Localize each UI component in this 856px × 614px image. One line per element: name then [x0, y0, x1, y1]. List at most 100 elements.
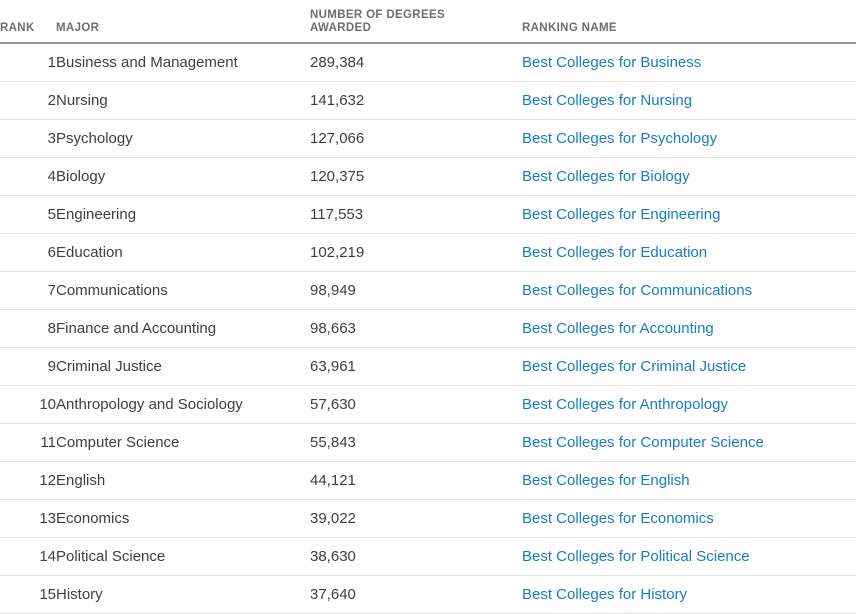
cell-rank: 6 [0, 234, 56, 272]
table-row: 15History37,640Best Colleges for History [0, 576, 856, 614]
ranking-name-link[interactable]: Best Colleges for Anthropology [522, 396, 728, 413]
ranking-name-link[interactable]: Best Colleges for Business [522, 54, 701, 71]
cell-degrees-awarded: 98,949 [310, 272, 522, 310]
cell-degrees-awarded: 44,121 [310, 462, 522, 500]
column-header-number-of-degrees-awarded: NUMBER OF DEGREES AWARDED [310, 0, 522, 43]
table-row: 5Engineering117,553Best Colleges for Eng… [0, 196, 856, 234]
column-header-ranking-name: RANKING NAME [522, 0, 856, 43]
table-row: 4Biology120,375Best Colleges for Biology [0, 158, 856, 196]
cell-degrees-awarded: 55,843 [310, 424, 522, 462]
table-row: 7Communications98,949Best Colleges for C… [0, 272, 856, 310]
cell-major: Finance and Accounting [56, 310, 310, 348]
ranking-name-link[interactable]: Best Colleges for Engineering [522, 206, 720, 223]
table-row: 6Education102,219Best Colleges for Educa… [0, 234, 856, 272]
ranking-name-link[interactable]: Best Colleges for Criminal Justice [522, 358, 746, 375]
table-row: 11Computer Science55,843Best Colleges fo… [0, 424, 856, 462]
table-row: 14Political Science38,630Best Colleges f… [0, 538, 856, 576]
table-row: 1Business and Management289,384Best Coll… [0, 43, 856, 82]
cell-degrees-awarded: 98,663 [310, 310, 522, 348]
cell-rank: 5 [0, 196, 56, 234]
ranking-name-link[interactable]: Best Colleges for Nursing [522, 92, 692, 109]
cell-ranking-name: Best Colleges for Anthropology [522, 386, 856, 424]
most-popular-majors-table: RANK MAJOR NUMBER OF DEGREES AWARDED RAN… [0, 0, 856, 614]
cell-major: Anthropology and Sociology [56, 386, 310, 424]
cell-rank: 2 [0, 82, 56, 120]
table-header-row: RANK MAJOR NUMBER OF DEGREES AWARDED RAN… [0, 0, 856, 43]
cell-major: History [56, 576, 310, 614]
cell-rank: 1 [0, 43, 56, 82]
ranking-name-link[interactable]: Best Colleges for Biology [522, 168, 690, 185]
ranking-name-link[interactable]: Best Colleges for History [522, 586, 687, 603]
ranking-name-link[interactable]: Best Colleges for Economics [522, 510, 714, 527]
cell-major: Biology [56, 158, 310, 196]
cell-degrees-awarded: 37,640 [310, 576, 522, 614]
cell-rank: 4 [0, 158, 56, 196]
cell-ranking-name: Best Colleges for Education [522, 234, 856, 272]
column-header-ranking-label: RANKING NAME [522, 22, 617, 34]
cell-degrees-awarded: 63,961 [310, 348, 522, 386]
cell-rank: 12 [0, 462, 56, 500]
cell-degrees-awarded: 57,630 [310, 386, 522, 424]
ranking-name-link[interactable]: Best Colleges for Accounting [522, 320, 714, 337]
cell-rank: 7 [0, 272, 56, 310]
cell-degrees-awarded: 120,375 [310, 158, 522, 196]
ranking-name-link[interactable]: Best Colleges for Education [522, 244, 707, 261]
cell-ranking-name: Best Colleges for Accounting [522, 310, 856, 348]
cell-degrees-awarded: 102,219 [310, 234, 522, 272]
cell-ranking-name: Best Colleges for Communications [522, 272, 856, 310]
cell-degrees-awarded: 141,632 [310, 82, 522, 120]
cell-ranking-name: Best Colleges for Business [522, 43, 856, 82]
ranking-name-link[interactable]: Best Colleges for English [522, 472, 690, 489]
cell-major: Economics [56, 500, 310, 538]
cell-degrees-awarded: 289,384 [310, 43, 522, 82]
ranking-name-link[interactable]: Best Colleges for Political Science [522, 548, 750, 565]
cell-ranking-name: Best Colleges for Economics [522, 500, 856, 538]
cell-major: Nursing [56, 82, 310, 120]
column-header-rank-label: RANK [0, 22, 35, 34]
cell-ranking-name: Best Colleges for History [522, 576, 856, 614]
cell-ranking-name: Best Colleges for Political Science [522, 538, 856, 576]
cell-ranking-name: Best Colleges for Psychology [522, 120, 856, 158]
column-header-rank: RANK [0, 0, 56, 43]
column-header-major: MAJOR [56, 0, 310, 43]
majors-table-container: RANK MAJOR NUMBER OF DEGREES AWARDED RAN… [0, 0, 856, 600]
cell-ranking-name: Best Colleges for English [522, 462, 856, 500]
cell-major: Engineering [56, 196, 310, 234]
table-row: 10Anthropology and Sociology57,630Best C… [0, 386, 856, 424]
table-header: RANK MAJOR NUMBER OF DEGREES AWARDED RAN… [0, 0, 856, 43]
cell-ranking-name: Best Colleges for Computer Science [522, 424, 856, 462]
column-header-major-label: MAJOR [56, 22, 99, 34]
ranking-name-link[interactable]: Best Colleges for Psychology [522, 130, 717, 147]
column-header-degrees-label-line2: AWARDED [310, 22, 522, 35]
cell-major: Education [56, 234, 310, 272]
cell-ranking-name: Best Colleges for Criminal Justice [522, 348, 856, 386]
cell-rank: 8 [0, 310, 56, 348]
cell-ranking-name: Best Colleges for Engineering [522, 196, 856, 234]
cell-major: Criminal Justice [56, 348, 310, 386]
cell-major: Business and Management [56, 43, 310, 82]
cell-major: Psychology [56, 120, 310, 158]
cell-ranking-name: Best Colleges for Nursing [522, 82, 856, 120]
cell-degrees-awarded: 39,022 [310, 500, 522, 538]
cell-rank: 15 [0, 576, 56, 614]
table-row: 2Nursing141,632Best Colleges for Nursing [0, 82, 856, 120]
ranking-name-link[interactable]: Best Colleges for Communications [522, 282, 752, 299]
table-row: 9Criminal Justice63,961Best Colleges for… [0, 348, 856, 386]
cell-major: English [56, 462, 310, 500]
cell-degrees-awarded: 127,066 [310, 120, 522, 158]
cell-rank: 14 [0, 538, 56, 576]
cell-rank: 10 [0, 386, 56, 424]
table-row: 8Finance and Accounting98,663Best Colleg… [0, 310, 856, 348]
table-row: 3Psychology127,066Best Colleges for Psyc… [0, 120, 856, 158]
table-body: 1Business and Management289,384Best Coll… [0, 43, 856, 614]
cell-rank: 9 [0, 348, 56, 386]
cell-degrees-awarded: 117,553 [310, 196, 522, 234]
cell-degrees-awarded: 38,630 [310, 538, 522, 576]
ranking-name-link[interactable]: Best Colleges for Computer Science [522, 434, 764, 451]
cell-major: Communications [56, 272, 310, 310]
cell-major: Political Science [56, 538, 310, 576]
cell-major: Computer Science [56, 424, 310, 462]
cell-ranking-name: Best Colleges for Biology [522, 158, 856, 196]
cell-rank: 13 [0, 500, 56, 538]
table-row: 12English44,121Best Colleges for English [0, 462, 856, 500]
